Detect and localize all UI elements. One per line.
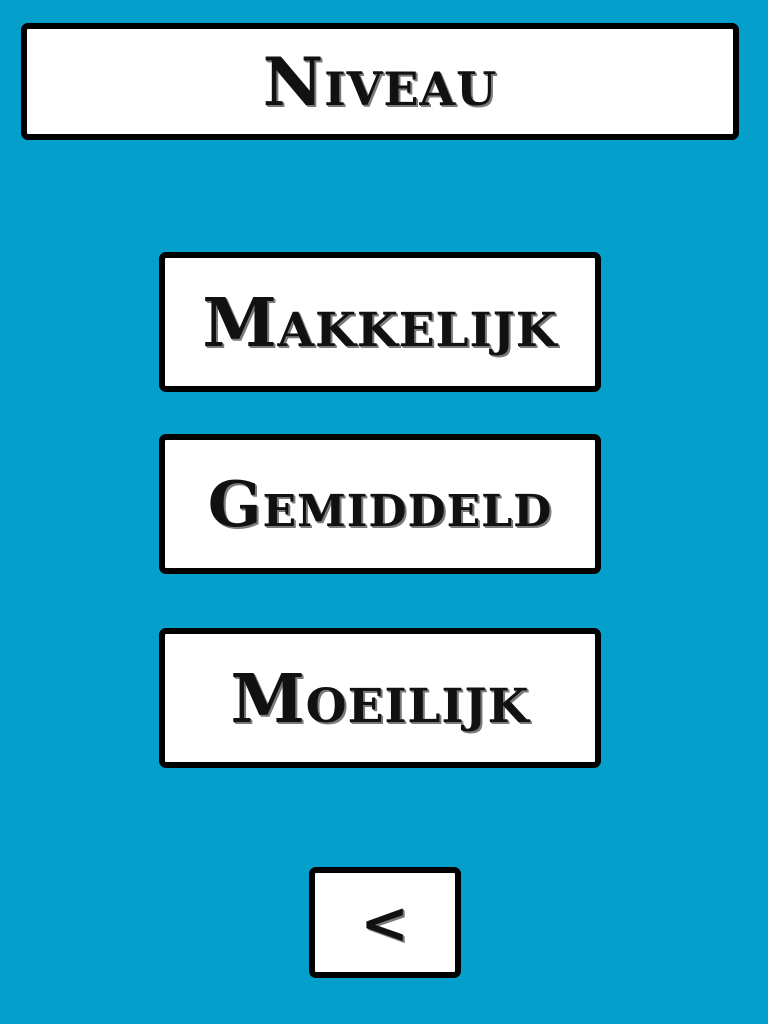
medium-level-label: Gemiddeld [207,467,553,541]
easy-level-label: Makkelijk [202,282,558,362]
medium-level-button[interactable]: Gemiddeld [159,434,601,574]
hard-level-button[interactable]: Moeilijk [159,628,601,768]
back-button[interactable]: < [309,867,461,978]
easy-level-button[interactable]: Makkelijk [159,252,601,392]
hard-level-label: Moeilijk [230,658,530,738]
level-title-panel: Niveau [21,23,739,140]
back-arrow-icon: < [360,888,410,957]
page-title: Niveau [262,42,498,121]
